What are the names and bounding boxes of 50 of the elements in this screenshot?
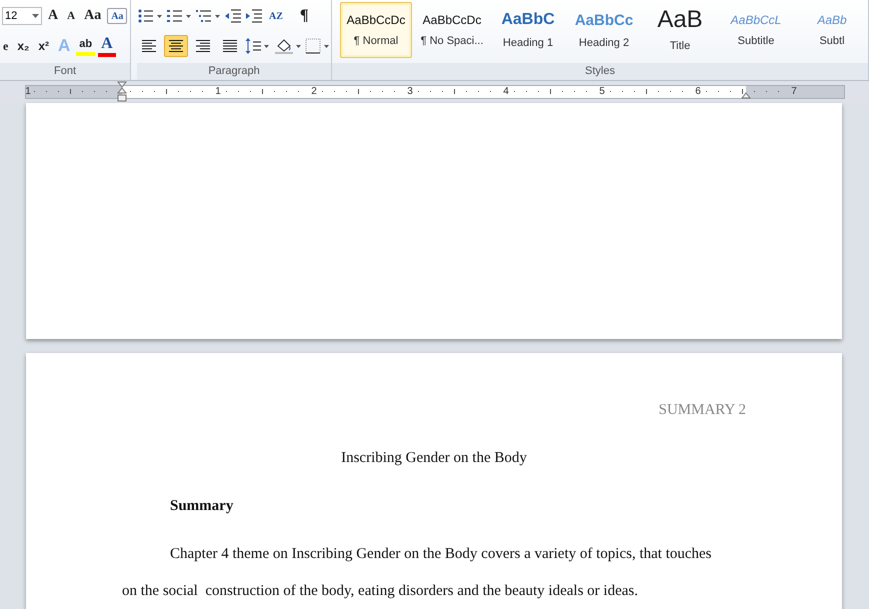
- style-gallery-item[interactable]: AaBbCcDc ¶ No Spaci...: [416, 2, 488, 58]
- ruler-number: 1: [214, 85, 222, 98]
- ruler-number: 3: [406, 85, 414, 98]
- align-lines-icon: [222, 39, 238, 53]
- multilevel-list-icon[interactable]: [195, 8, 221, 24]
- ruler-number: 5: [598, 85, 606, 98]
- align-lines-icon: [168, 39, 184, 53]
- line-spacing-icon[interactable]: [245, 37, 271, 55]
- font-tool-button[interactable]: ab: [76, 36, 96, 56]
- font-tool-button[interactable]: x²: [35, 35, 52, 57]
- right-indent-marker-icon[interactable]: [741, 91, 751, 99]
- font-tool-button[interactable]: Aa: [81, 5, 104, 27]
- style-gallery-item[interactable]: AaBbC Heading 1: [492, 2, 564, 58]
- document-title: Inscribing Gender on the Body: [340, 449, 528, 467]
- sort-button[interactable]: AZ: [266, 5, 286, 27]
- ruler-number: 6: [694, 85, 702, 98]
- group-label: Paragraph: [137, 63, 331, 80]
- style-gallery-item[interactable]: AaBbCc Heading 2: [568, 2, 640, 58]
- style-gallery-item[interactable]: AaBbCcL Subtitle: [720, 2, 792, 58]
- group-label: Styles: [332, 63, 868, 80]
- shading-icon[interactable]: [274, 37, 302, 55]
- align-lines-icon: [195, 39, 211, 53]
- clear-formatting-button[interactable]: Aa: [107, 8, 128, 24]
- decrease-indent-icon[interactable]: [224, 8, 242, 24]
- style-gallery-item[interactable]: AaBbCcDc ¶ Normal: [340, 2, 412, 58]
- body-paragraph: Chapter 4 theme on Inscribing Gender on the Body covers a variety of topics, that touches on the social construction of the body, eating disorders and the beauty ideals or ideas.: [122, 545, 713, 601]
- align-button[interactable]: [164, 35, 188, 57]
- dropdown-arrow-icon[interactable]: [32, 14, 39, 18]
- style-gallery-item[interactable]: AaB Title: [644, 2, 716, 58]
- ruler-number: 1: [24, 85, 32, 98]
- align-lines-icon: [141, 39, 157, 53]
- indent-marker-icon[interactable]: [117, 81, 127, 103]
- ruler-number: 4: [502, 85, 510, 98]
- font-tool-button[interactable]: A: [45, 5, 62, 27]
- font-tool-button[interactable]: A: [98, 35, 116, 57]
- ruler-number: 2: [310, 85, 318, 98]
- show-formatting-button[interactable]: ¶: [296, 5, 312, 27]
- font-tool-button[interactable]: e: [0, 35, 12, 57]
- increase-indent-icon[interactable]: [245, 8, 263, 24]
- numbered-list-icon[interactable]: [166, 8, 192, 24]
- font-tool-button[interactable]: A: [64, 5, 78, 27]
- font-tool-button[interactable]: x₂: [14, 35, 32, 57]
- bullet-list-icon[interactable]: [137, 8, 163, 24]
- borders-icon[interactable]: [305, 37, 331, 55]
- font-size-field[interactable]: 12: [2, 7, 42, 25]
- ruler-number: 7: [790, 85, 798, 98]
- page-header: SUMMARY 2: [658, 401, 746, 419]
- group-label: Font: [0, 63, 130, 80]
- section-heading: Summary: [169, 497, 234, 515]
- style-gallery-item[interactable]: AaBb Subtl: [796, 2, 868, 58]
